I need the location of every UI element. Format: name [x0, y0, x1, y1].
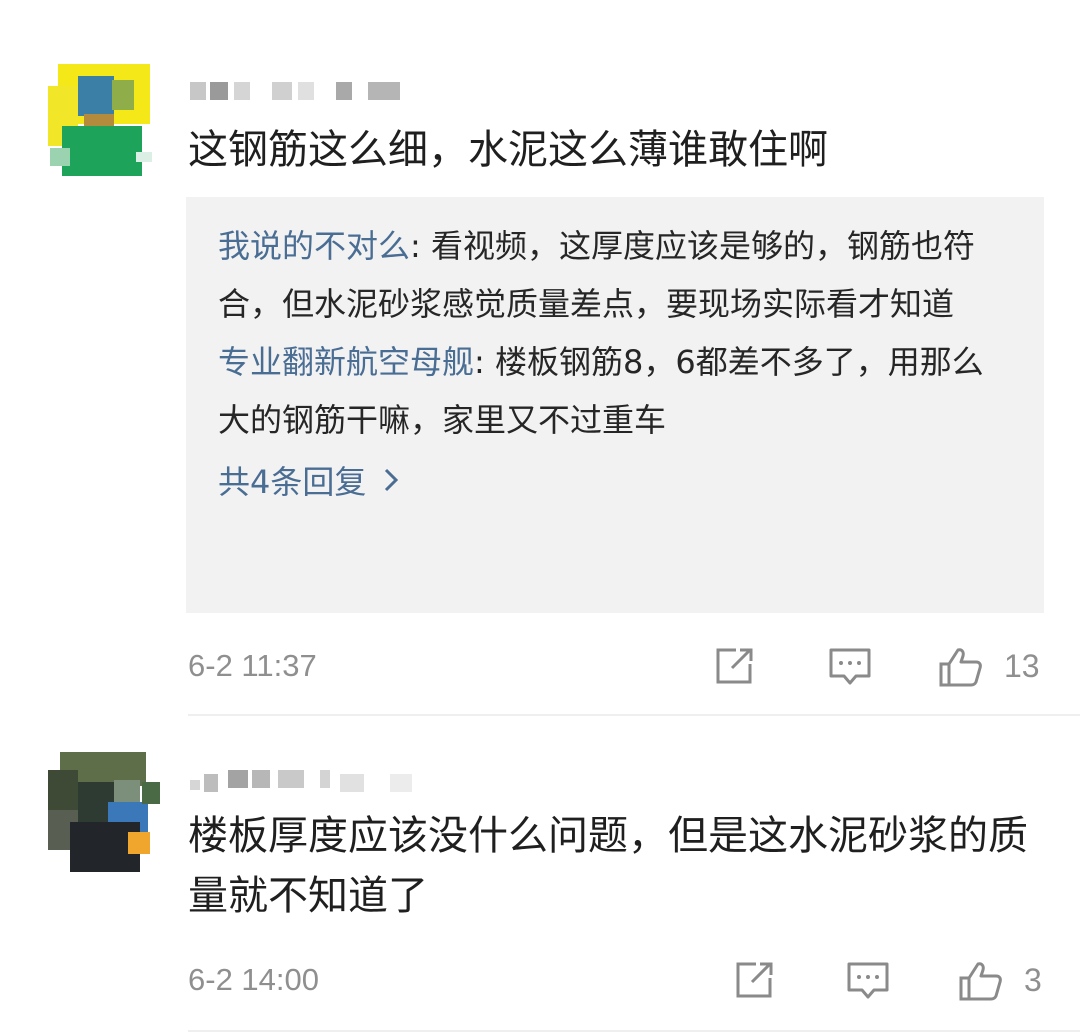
avatar[interactable] — [48, 56, 160, 176]
comment-icon[interactable] — [846, 960, 890, 1000]
comment-meta: 6-2 11:37 13 — [0, 646, 1080, 687]
like-count: 13 — [1004, 648, 1040, 684]
like-count: 3 — [1024, 962, 1042, 998]
thumbs-up-icon[interactable] — [958, 960, 1002, 1001]
share-icon[interactable] — [734, 960, 778, 1000]
reply-item[interactable]: 专业翻新航空母舰: 楼板钢筋8，6都差不多了，用那么大的钢筋干嘛，家里又不过重车 — [218, 333, 1014, 449]
reply-box[interactable]: 我说的不对么: 看视频，这厚度应该是够的，钢筋也符合，但水泥砂浆感觉质量差点，要… — [186, 197, 1044, 613]
comment-item: 楼板厚度应该没什么问题，但是这水泥砂浆的质量就不知道了 6-2 14:00 3 — [0, 716, 1080, 1033]
comment-meta: 6-2 14:00 3 — [0, 960, 1080, 1001]
share-icon[interactable] — [714, 646, 758, 686]
comment-item: 这钢筋这么细，水泥这么薄谁敢住啊 我说的不对么: 看视频，这厚度应该是够的，钢筋… — [0, 0, 1080, 715]
timestamp: 6-2 14:00 — [188, 962, 319, 997]
thumbs-up-icon[interactable] — [938, 646, 982, 687]
reply-username[interactable]: 专业翻新航空母舰 — [218, 343, 474, 381]
chevron-right-icon — [372, 466, 400, 501]
timestamp: 6-2 11:37 — [188, 648, 317, 683]
reply-item[interactable]: 我说的不对么: 看视频，这厚度应该是够的，钢筋也符合，但水泥砂浆感觉质量差点，要… — [218, 217, 1014, 333]
more-replies-link[interactable]: 共4条回复 — [218, 453, 1014, 513]
divider — [188, 1030, 1080, 1032]
comment-text: 这钢筋这么细，水泥这么薄谁敢住啊 — [188, 127, 828, 173]
avatar[interactable] — [48, 752, 160, 872]
comment-icon[interactable] — [828, 646, 872, 686]
comment-text: 楼板厚度应该没什么问题，但是这水泥砂浆的质量就不知道了 — [188, 813, 1028, 919]
reply-username[interactable]: 我说的不对么 — [218, 227, 410, 265]
